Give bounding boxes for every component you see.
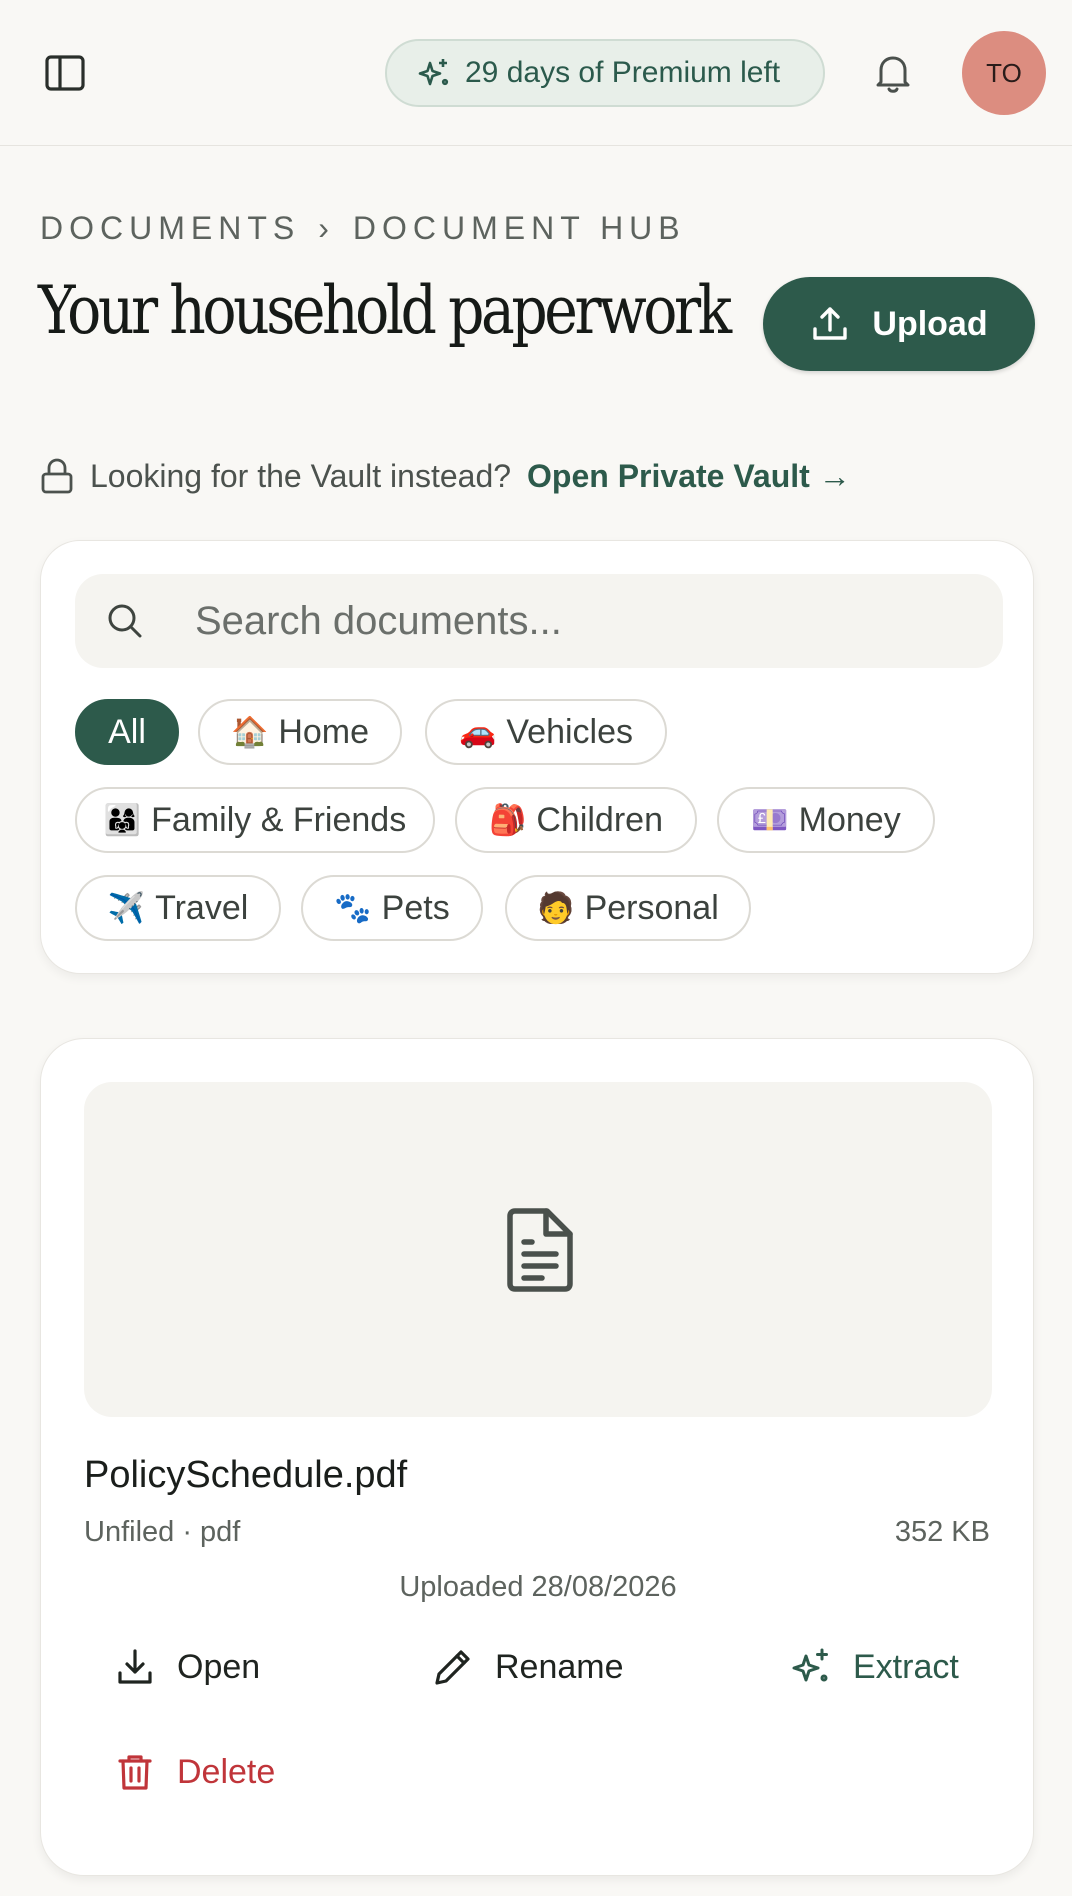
filter-chip-family-friends[interactable]: 👨‍👩‍👧 Family & Friends xyxy=(75,787,435,853)
document-meta: Unfiled · pdf xyxy=(84,1516,241,1548)
download-icon xyxy=(118,1649,152,1684)
filter-chip-personal[interactable]: 🧑 Personal xyxy=(505,875,751,941)
open-private-vault-link[interactable]: Open Private Vault → xyxy=(527,458,851,495)
extract-button[interactable]: Extract xyxy=(791,1637,959,1697)
avatar-initials: TO xyxy=(986,57,1022,88)
avatar[interactable]: TO xyxy=(962,31,1046,115)
search-input[interactable] xyxy=(195,574,975,668)
premium-label: 29 days of Premium left xyxy=(465,56,781,89)
rename-label: Rename xyxy=(495,1647,624,1686)
airplane-icon: ✈️ xyxy=(107,891,146,925)
filter-chip-all[interactable]: All xyxy=(75,699,179,765)
filter-label: Personal xyxy=(584,888,719,927)
document-file-icon xyxy=(507,1208,573,1292)
sparkles-icon xyxy=(792,1648,828,1682)
document-uploaded-date: Uploaded 28/08/2026 xyxy=(399,1571,677,1603)
upload-label: Upload xyxy=(872,304,988,343)
backpack-icon: 🎒 xyxy=(489,803,527,837)
breadcrumb: Documents › Document Hub xyxy=(40,210,686,247)
upload-icon xyxy=(813,307,848,340)
vault-prompt-row: Looking for the Vault instead? Open Priv… xyxy=(40,452,851,500)
paw-icon: 🐾 xyxy=(334,891,372,925)
filter-chip-pets[interactable]: 🐾 Pets xyxy=(301,875,483,941)
car-icon: 🚗 xyxy=(459,715,497,749)
filter-label: Home xyxy=(278,712,370,751)
extract-label: Extract xyxy=(853,1647,959,1686)
filter-label: Money xyxy=(798,800,901,839)
delete-label: Delete xyxy=(177,1752,276,1791)
delete-button[interactable]: Delete xyxy=(115,1742,275,1802)
filter-chip-children[interactable]: 🎒 Children xyxy=(455,787,697,853)
filter-chip-money[interactable]: 💷 Money xyxy=(717,787,935,853)
open-label: Open xyxy=(177,1647,261,1686)
lock-icon xyxy=(41,458,73,494)
pencil-icon xyxy=(435,1650,470,1685)
house-icon: 🏠 xyxy=(230,715,269,749)
bell-icon[interactable] xyxy=(870,50,916,96)
filter-label: Vehicles xyxy=(506,712,633,751)
top-bar: 29 days of Premium left TO xyxy=(0,0,1072,146)
person-icon: 🧑 xyxy=(537,891,575,925)
sidebar-toggle-icon[interactable] xyxy=(44,54,86,92)
rename-button[interactable]: Rename xyxy=(433,1637,624,1697)
sparkles-icon xyxy=(418,59,449,86)
search-icon xyxy=(108,604,142,638)
trash-icon xyxy=(118,1755,152,1790)
vault-prompt: Looking for the Vault instead? xyxy=(90,457,512,494)
document-preview[interactable] xyxy=(84,1082,992,1417)
banknote-icon: 💷 xyxy=(751,803,789,837)
filter-label: Children xyxy=(536,800,663,839)
filter-chip-travel[interactable]: ✈️ Travel xyxy=(75,875,281,941)
filter-label: All xyxy=(108,712,146,751)
filter-label: Pets xyxy=(381,888,450,927)
search-box xyxy=(75,574,1003,668)
filter-label: Travel xyxy=(155,888,249,927)
filter-chip-vehicles[interactable]: 🚗 Vehicles xyxy=(425,699,667,765)
search-filter-card: All 🏠 Home 🚗 Vehicles 👨‍👩‍👧 Family & Fri… xyxy=(40,540,1034,974)
breadcrumb-documents[interactable]: Documents xyxy=(40,210,300,247)
breadcrumb-document-hub: Document Hub xyxy=(352,210,686,246)
filter-chip-home[interactable]: 🏠 Home xyxy=(198,699,402,765)
document-name: PolicySchedule.pdf xyxy=(84,1454,408,1496)
open-button[interactable]: Open xyxy=(115,1637,260,1697)
upload-button[interactable]: Upload xyxy=(763,277,1035,371)
document-size: 352 KB xyxy=(894,1516,990,1548)
family-icon: 👨‍👩‍👧 xyxy=(103,803,142,837)
breadcrumb-separator: › xyxy=(318,210,335,246)
document-card: PolicySchedule.pdf Unfiled · pdf 352 KB … xyxy=(40,1038,1034,1876)
page-title: Your household paperwork xyxy=(38,272,732,349)
filter-label: Family & Friends xyxy=(151,800,407,839)
premium-badge[interactable]: 29 days of Premium left xyxy=(385,39,825,107)
